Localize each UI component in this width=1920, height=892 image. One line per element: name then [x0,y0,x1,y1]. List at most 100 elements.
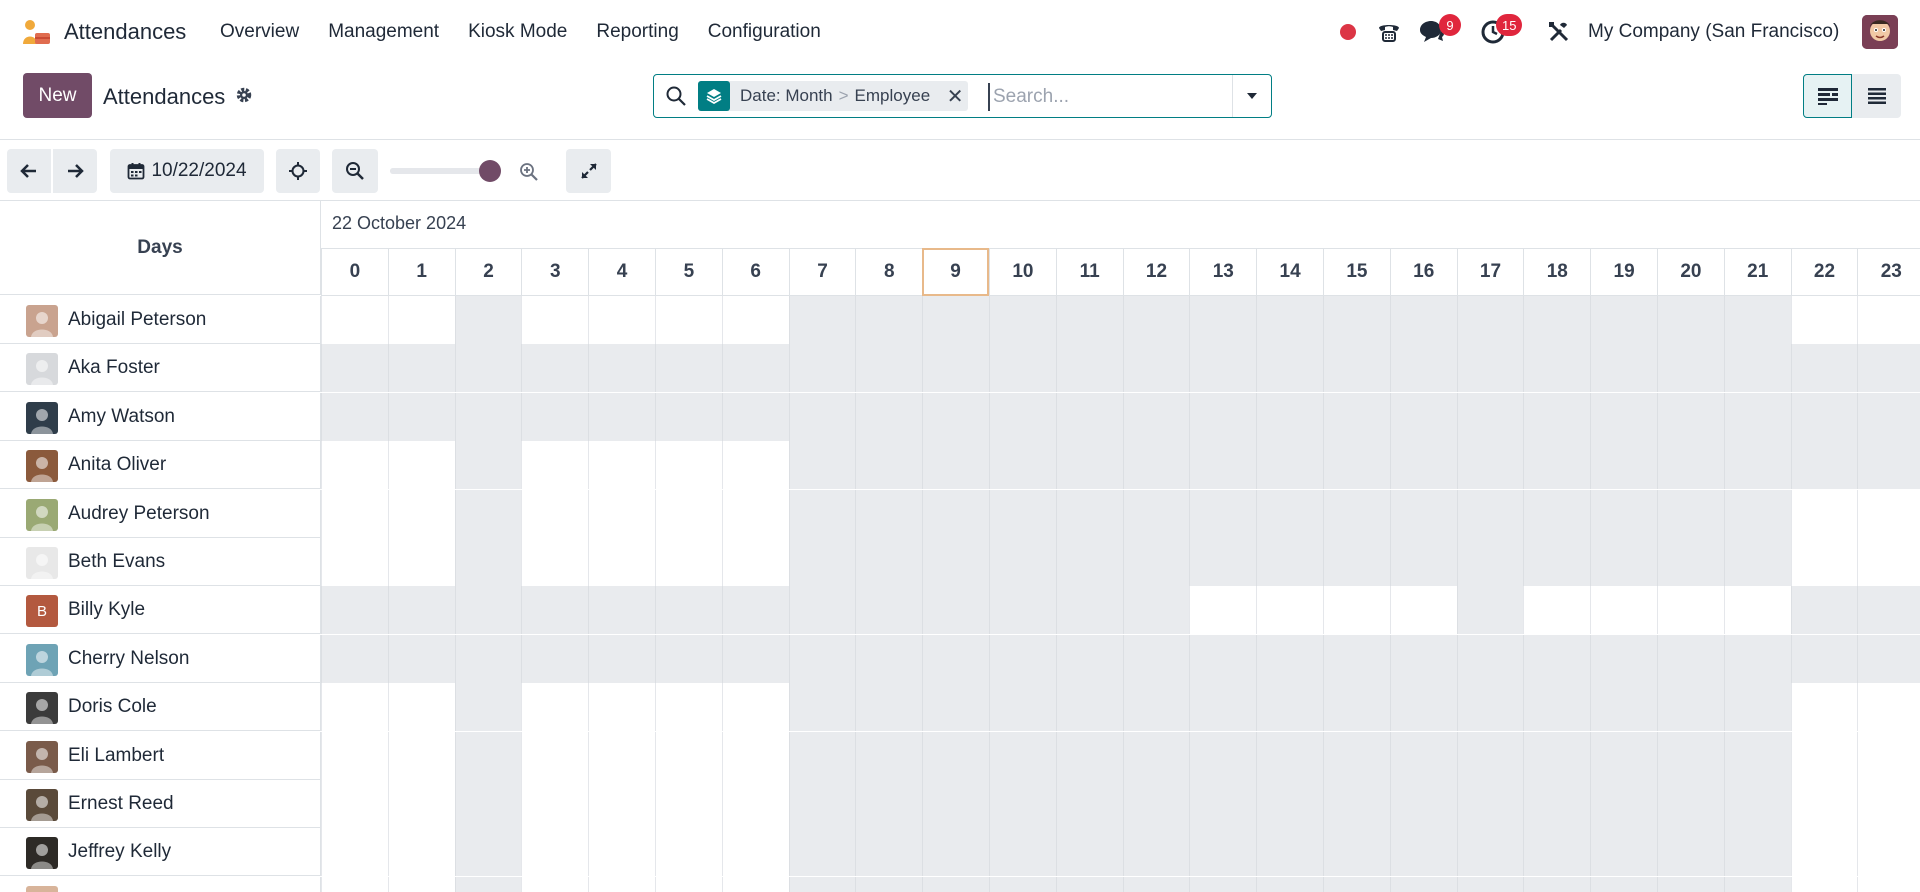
gantt-cell-unavailable[interactable] [1523,683,1591,732]
gantt-cell-unavailable[interactable] [855,634,923,683]
gantt-cell-unavailable[interactable] [1456,344,1524,393]
gantt-cell-unavailable[interactable] [922,828,989,877]
gantt-cell-available[interactable] [1857,683,1920,732]
gantt-cell-unavailable[interactable] [1323,828,1390,877]
gantt-view-button[interactable] [1803,74,1852,118]
gantt-cell-available[interactable] [721,780,789,828]
gantt-cell-unavailable[interactable] [1657,392,1724,441]
gantt-cell-available[interactable] [521,441,589,490]
zoom-in-icon[interactable] [518,161,540,183]
gantt-cell-unavailable[interactable] [1723,828,1791,877]
gear-icon[interactable] [235,86,253,104]
gantt-cell-unavailable[interactable] [1590,538,1657,586]
company-switcher[interactable]: My Company (San Francisco) [1588,21,1839,43]
gantt-cell-unavailable[interactable] [1055,489,1123,538]
employee-row-header[interactable] [0,876,321,892]
gantt-cell-unavailable[interactable] [788,828,856,877]
gantt-cell-unavailable[interactable] [922,344,989,393]
list-view-button[interactable] [1852,74,1901,118]
gantt-cell-available[interactable] [588,876,655,892]
gantt-cell-unavailable[interactable] [1657,731,1724,780]
gantt-cell-unavailable[interactable] [1323,392,1390,441]
gantt-cell-available[interactable] [588,489,655,538]
gantt-cell-available[interactable] [721,441,789,490]
gantt-cell-unavailable[interactable] [655,634,722,683]
employee-row-header[interactable]: Anita Oliver [0,441,321,490]
gantt-cell-unavailable[interactable] [1657,780,1724,828]
gantt-cell-unavailable[interactable] [1723,634,1791,683]
gantt-cell-unavailable[interactable] [1456,683,1524,732]
employee-row-header[interactable]: B Billy Kyle [0,586,321,635]
gantt-cell-available[interactable] [387,683,455,732]
gantt-cell-available[interactable] [655,538,722,586]
gantt-cell-unavailable[interactable] [1456,489,1524,538]
gantt-cell-unavailable[interactable] [454,296,522,344]
gantt-cell-unavailable[interactable] [1256,780,1323,828]
employee-row-header[interactable]: Audrey Peterson [0,489,321,538]
gantt-cell-unavailable[interactable] [922,586,989,635]
gantt-cell-unavailable[interactable] [1323,489,1390,538]
gantt-cell-unavailable[interactable] [855,780,923,828]
employee-row-header[interactable]: Doris Cole [0,683,321,732]
gantt-cell-unavailable[interactable] [1523,780,1591,828]
gantt-cell-unavailable[interactable] [922,441,989,490]
gantt-cell-available[interactable] [321,296,388,344]
gantt-cell-unavailable[interactable] [1256,489,1323,538]
gantt-cell-unavailable[interactable] [1657,876,1724,892]
gantt-cell-unavailable[interactable] [989,296,1056,344]
gantt-cell-unavailable[interactable] [1523,392,1591,441]
gantt-cell-unavailable[interactable] [521,586,589,635]
gantt-cell-unavailable[interactable] [1122,392,1190,441]
gantt-cell-available[interactable] [1857,828,1920,877]
gantt-cell-unavailable[interactable] [1590,731,1657,780]
gantt-cell-available[interactable] [321,780,388,828]
gantt-cell-available[interactable] [521,489,589,538]
gantt-cell-unavailable[interactable] [1657,828,1724,877]
gantt-cell-unavailable[interactable] [922,538,989,586]
gantt-cell-available[interactable] [387,296,455,344]
gantt-cell-unavailable[interactable] [1189,489,1257,538]
gantt-cell-unavailable[interactable] [1590,392,1657,441]
gantt-cell-unavailable[interactable] [1189,683,1257,732]
gantt-cell-unavailable[interactable] [989,489,1056,538]
gantt-cell-unavailable[interactable] [1323,780,1390,828]
gantt-cell-available[interactable] [721,731,789,780]
gantt-cell-unavailable[interactable] [387,586,455,635]
gantt-cell-unavailable[interactable] [1389,780,1457,828]
gantt-cell-unavailable[interactable] [1857,441,1920,490]
gantt-cell-unavailable[interactable] [855,441,923,490]
gantt-cell-unavailable[interactable] [1189,344,1257,393]
gantt-cell-unavailable[interactable] [1055,344,1123,393]
gantt-cell-unavailable[interactable] [922,876,989,892]
gantt-cell-unavailable[interactable] [655,392,722,441]
gantt-cell-unavailable[interactable] [1122,538,1190,586]
gantt-cell-unavailable[interactable] [1657,538,1724,586]
gantt-cell-unavailable[interactable] [1389,683,1457,732]
gantt-cell-unavailable[interactable] [1723,731,1791,780]
gantt-cell-available[interactable] [588,296,655,344]
zoom-slider-handle[interactable] [479,160,501,182]
gantt-cell-available[interactable] [588,538,655,586]
gantt-cell-unavailable[interactable] [1323,731,1390,780]
gantt-cell-available[interactable] [588,731,655,780]
gantt-cell-unavailable[interactable] [1389,344,1457,393]
gantt-cell-unavailable[interactable] [922,392,989,441]
gantt-cell-available[interactable] [1857,780,1920,828]
gantt-cell-available[interactable] [588,780,655,828]
gantt-cell-unavailable[interactable] [1323,441,1390,490]
gantt-cell-available[interactable] [655,489,722,538]
zoom-out-button[interactable] [332,149,378,193]
gantt-cell-unavailable[interactable] [1723,683,1791,732]
gantt-cell-unavailable[interactable] [1055,683,1123,732]
gantt-cell-unavailable[interactable] [1456,876,1524,892]
gantt-cell-unavailable[interactable] [1122,731,1190,780]
gantt-cell-unavailable[interactable] [1389,538,1457,586]
gantt-cell-unavailable[interactable] [454,731,522,780]
gantt-cell-unavailable[interactable] [855,344,923,393]
gantt-cell-available[interactable] [721,489,789,538]
gantt-cell-unavailable[interactable] [922,296,989,344]
gantt-cell-unavailable[interactable] [1657,634,1724,683]
gantt-cell-unavailable[interactable] [1456,586,1524,635]
gantt-cell-unavailable[interactable] [1055,634,1123,683]
facet-remove-icon[interactable]: ✕ [942,81,968,111]
